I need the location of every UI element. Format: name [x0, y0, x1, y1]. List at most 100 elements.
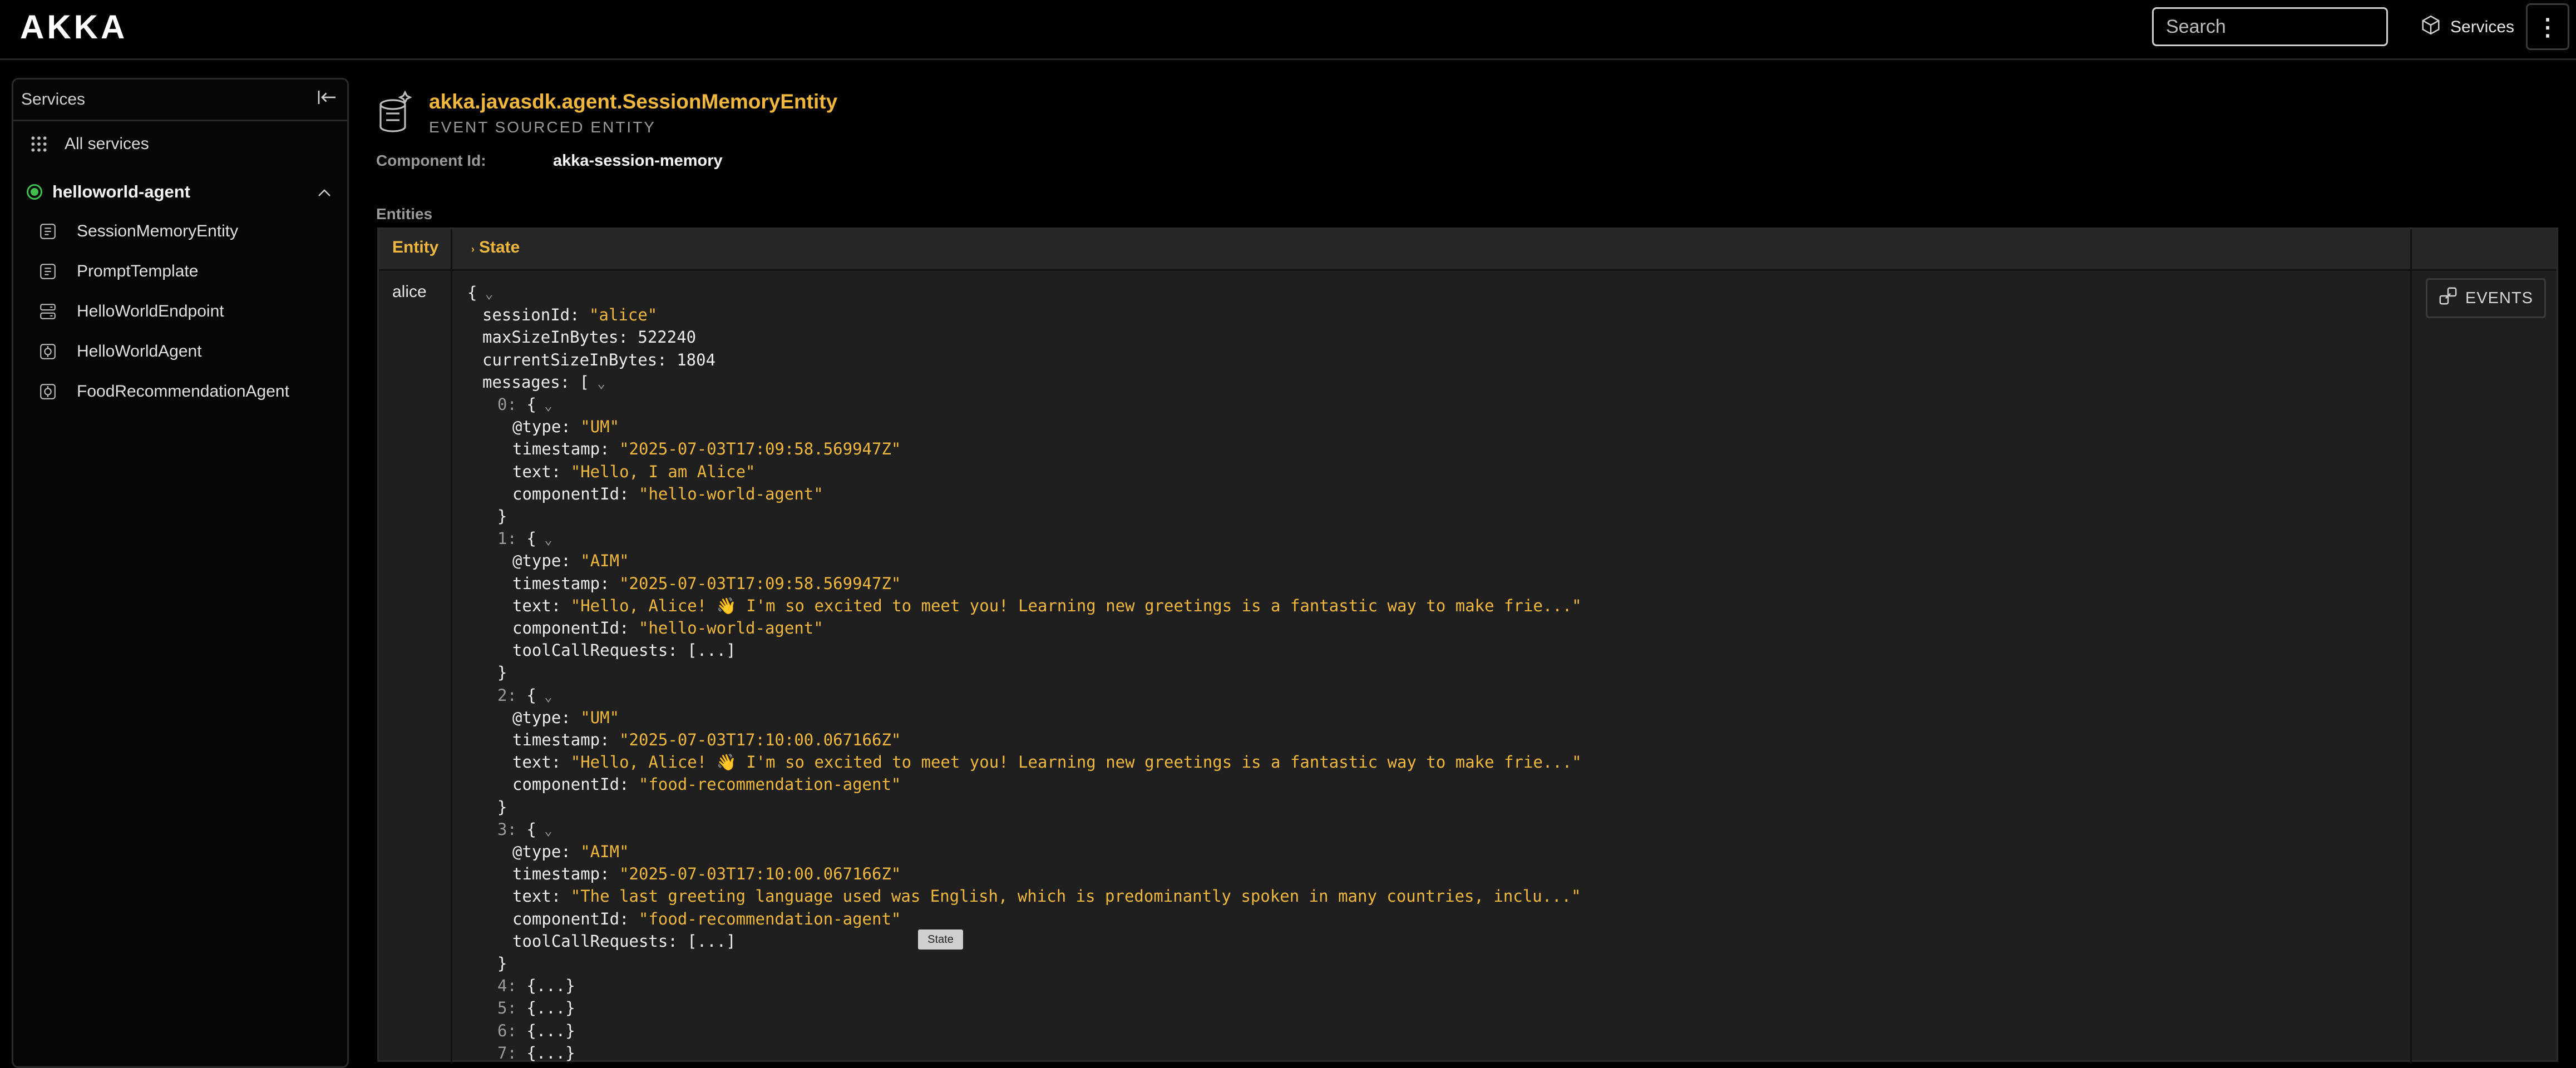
chevron-up-icon[interactable]: [317, 182, 332, 202]
tree-value: 522240: [638, 328, 697, 347]
event-sourced-entity-icon: [37, 222, 59, 241]
search-box[interactable]: [2152, 7, 2388, 46]
events-button-label: EVENTS: [2465, 289, 2534, 307]
state-tree-line[interactable]: 0: { ⌄: [497, 393, 552, 416]
tree-colon: :: [657, 350, 677, 369]
state-tree-line: componentId: "food-recommendation-agent": [512, 908, 901, 930]
tree-colon: :: [551, 462, 571, 481]
sidebar-item-session-memory-entity[interactable]: SessionMemoryEntity: [13, 211, 347, 251]
sidebar-item-hello-world-agent[interactable]: HelloWorldAgent: [13, 332, 347, 372]
tree-key: 7: [497, 1043, 507, 1062]
tree-bracket: }: [497, 507, 507, 526]
expand-chevron-icon[interactable]: ⌄: [536, 398, 552, 413]
events-button[interactable]: EVENTS: [2426, 278, 2546, 318]
tree-colon: :: [600, 730, 620, 749]
tree-value: "alice": [589, 305, 658, 325]
event-sourced-entity-icon: [374, 89, 416, 137]
tree-value: "hello-world-agent": [638, 484, 823, 503]
tree-value[interactable]: {...}: [526, 976, 575, 995]
tree-value[interactable]: {...}: [526, 1044, 575, 1062]
expand-chevron-icon[interactable]: ⌄: [536, 823, 552, 838]
entity-id-cell[interactable]: alice: [392, 283, 427, 301]
sidebar-item-label: All services: [65, 135, 149, 153]
state-tree-line: @type: "UM": [512, 416, 619, 438]
column-header-entity[interactable]: Entity: [392, 238, 438, 257]
services-button-label: Services: [2450, 18, 2515, 36]
tree-value[interactable]: {...}: [526, 998, 575, 1017]
tree-key: currentSizeInBytes: [482, 350, 658, 369]
state-tree-line: maxSizeInBytes: 522240: [482, 326, 696, 348]
state-tree-line[interactable]: 1: { ⌄: [497, 527, 552, 550]
state-tree-line: text: "Hello, Alice! 👋 I'm so excited to…: [512, 751, 1582, 773]
tree-value[interactable]: [...]: [687, 932, 736, 951]
tree-value: "2025-07-03T17:09:58.569947Z": [619, 573, 901, 593]
tree-colon: :: [561, 842, 581, 861]
sidebar-item-food-recommendation-agent[interactable]: FoodRecommendationAgent: [13, 372, 347, 412]
tree-value: "2025-07-03T17:10:00.067166Z": [619, 730, 901, 749]
tree-value: {: [526, 395, 536, 414]
more-menu-button[interactable]: ⋮: [2526, 3, 2569, 50]
tree-bracket: }: [497, 663, 507, 683]
tree-key: componentId: [512, 775, 620, 794]
caret-right-icon: ›: [471, 244, 475, 255]
entities-section-label: Entities: [376, 205, 433, 222]
state-tree-line: 6: {...}: [497, 1020, 575, 1042]
expand-chevron-icon[interactable]: ⌄: [477, 286, 493, 301]
tree-colon: :: [507, 1043, 527, 1062]
sidebar-item-label: HelloWorldEndpoint: [77, 302, 224, 320]
column-header-state[interactable]: › State: [471, 238, 520, 257]
tree-value[interactable]: [...]: [687, 641, 736, 660]
tree-key: componentId: [512, 484, 620, 503]
tree-key: @type: [512, 417, 561, 437]
tree-colon: :: [619, 484, 639, 503]
tree-colon: :: [507, 1021, 527, 1040]
sidebar-item-label: SessionMemoryEntity: [77, 222, 239, 240]
state-tree-line[interactable]: 3: { ⌄: [497, 818, 552, 840]
tree-key: componentId: [512, 909, 620, 928]
sidebar-item-hello-world-endpoint[interactable]: HelloWorldEndpoint: [13, 291, 347, 332]
sidebar-item-prompt-template[interactable]: PromptTemplate: [13, 251, 347, 291]
collapse-sidebar-icon[interactable]: [317, 89, 337, 111]
kebab-icon: ⋮: [2536, 13, 2559, 40]
state-tree-line: timestamp: "2025-07-03T17:09:58.569947Z": [512, 572, 901, 595]
tree-key: @type: [512, 551, 561, 571]
state-tree-line: }: [497, 505, 507, 527]
state-tree-line[interactable]: messages: [ ⌄: [482, 371, 605, 393]
expand-chevron-icon[interactable]: ⌄: [589, 375, 605, 391]
tree-value[interactable]: {...}: [526, 1021, 575, 1040]
state-tree-line: timestamp: "2025-07-03T17:10:00.067166Z": [512, 729, 901, 751]
sidebar-item-all-services[interactable]: All services: [13, 125, 347, 164]
search-input[interactable]: [2154, 9, 2386, 44]
agent-icon: [37, 382, 59, 401]
tree-key: text: [512, 753, 551, 772]
tree-bracket: {: [467, 283, 477, 302]
services-button[interactable]: Services: [2420, 12, 2514, 42]
state-tree-line[interactable]: { ⌄: [467, 281, 493, 304]
state-tree-line: toolCallRequests: [...]: [512, 639, 736, 661]
tree-key: timestamp: [512, 573, 600, 593]
state-tree-line: timestamp: "2025-07-03T17:09:58.569947Z": [512, 438, 901, 460]
tree-key: toolCallRequests: [512, 641, 668, 660]
tree-value: {: [526, 529, 536, 548]
tree-colon: :: [618, 328, 638, 347]
tree-colon: :: [570, 305, 590, 325]
tree-key: text: [512, 462, 551, 481]
expand-chevron-icon[interactable]: ⌄: [536, 532, 552, 547]
state-tree-line: sessionId: "alice": [482, 304, 657, 326]
tree-colon: :: [507, 976, 527, 996]
tree-colon: :: [668, 931, 688, 951]
entities-table: Entity › State alice { ⌄ sessionId: "alice…: [377, 228, 2558, 1064]
column-divider: [2410, 229, 2412, 1064]
tree-value: "Hello, Alice! 👋 I'm so excited to meet …: [570, 753, 1582, 772]
akka-logo[interactable]: AKKA: [20, 8, 127, 46]
state-tree-line: @type: "AIM": [512, 840, 629, 863]
tree-key: text: [512, 596, 551, 615]
tree-colon: :: [561, 551, 581, 571]
service-group-helloworld-agent[interactable]: helloworld-agent: [13, 172, 347, 211]
status-ok-icon: [27, 184, 42, 200]
tree-value: {: [526, 819, 536, 839]
tree-value: "Hello, I am Alice": [570, 462, 756, 481]
expand-chevron-icon[interactable]: ⌄: [536, 689, 552, 704]
state-tree-line[interactable]: 2: { ⌄: [497, 684, 552, 706]
tree-bracket: }: [497, 954, 507, 973]
